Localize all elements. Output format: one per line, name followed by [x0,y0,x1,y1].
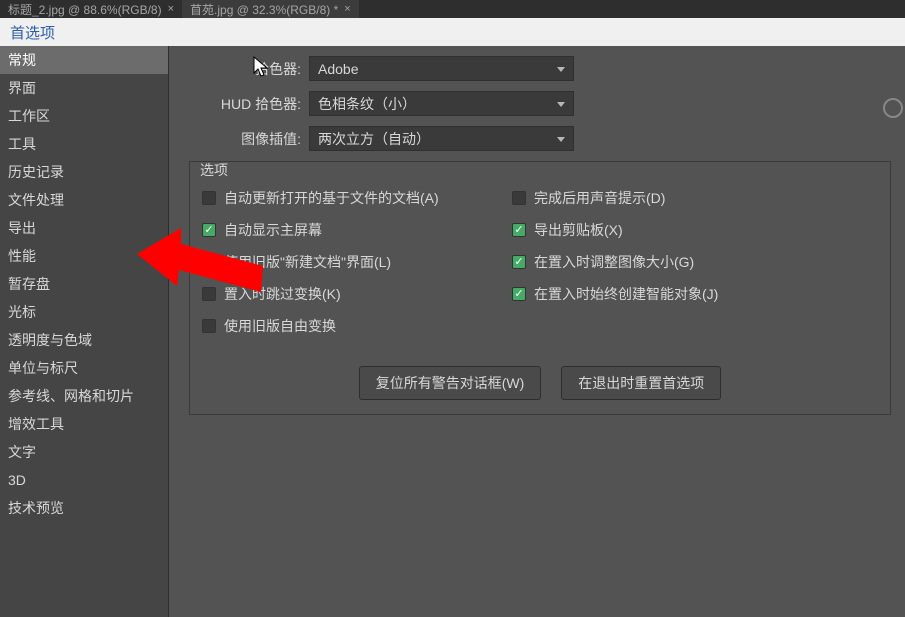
sidebar-item-16[interactable]: 技术预览 [0,494,168,522]
preferences-sidebar: 常规界面工作区工具历史记录文件处理导出性能暂存盘光标透明度与色域单位与标尺参考线… [0,46,169,617]
select-value: Adobe [318,61,358,77]
dialog-title: 首选项 [10,22,55,43]
sidebar-item-6[interactable]: 导出 [0,214,168,242]
select-value: 色相条纹（小） [318,94,416,114]
option-label: 导出剪贴板(X) [534,220,623,240]
option-left-1[interactable]: 自动显示主屏幕 [202,220,512,240]
checkbox-icon[interactable] [512,191,526,205]
preferences-content: 拾色器: Adobe HUD 拾色器: 色相条纹（小） 图像插值: 两次立方（自… [169,46,905,617]
hud-color-picker-select[interactable]: 色相条纹（小） [309,91,574,116]
checkbox-icon[interactable] [512,255,526,269]
option-label: 使用旧版"新建文档"界面(L) [224,252,391,272]
sidebar-item-15[interactable]: 3D [0,466,168,494]
reset-on-exit-button[interactable]: 在退出时重置首选项 [561,366,721,400]
dialog-titlebar: 首选项 [0,18,905,46]
checkbox-icon[interactable] [202,191,216,205]
sidebar-item-12[interactable]: 参考线、网格和切片 [0,382,168,410]
option-label: 自动更新打开的基于文件的文档(A) [224,188,439,208]
select-value: 两次立方（自动） [318,129,430,149]
sidebar-item-2[interactable]: 工作区 [0,102,168,130]
document-tab-2[interactable]: 苜苑.jpg @ 32.3%(RGB/8) * × [182,0,359,18]
sidebar-item-4[interactable]: 历史记录 [0,158,168,186]
tab-label: 苜苑.jpg @ 32.3%(RGB/8) * [190,1,338,18]
option-label: 完成后用声音提示(D) [534,188,665,208]
prev-button[interactable] [883,98,903,118]
checkbox-icon[interactable] [512,287,526,301]
option-left-0[interactable]: 自动更新打开的基于文件的文档(A) [202,188,512,208]
option-label: 在置入时始终创建智能对象(J) [534,284,718,304]
image-interp-select[interactable]: 两次立方（自动） [309,126,574,151]
sidebar-item-9[interactable]: 光标 [0,298,168,326]
option-left-3[interactable]: 置入时跳过变换(K) [202,284,512,304]
sidebar-item-14[interactable]: 文字 [0,438,168,466]
sidebar-item-3[interactable]: 工具 [0,130,168,158]
document-tab-1[interactable]: 标题_2.jpg @ 88.6%(RGB/8) × [0,0,182,18]
options-legend: 选项 [200,160,228,180]
sidebar-item-0[interactable]: 常规 [0,46,168,74]
image-interp-label: 图像插值: [169,129,309,149]
checkbox-icon[interactable] [202,287,216,301]
option-right-3[interactable]: 在置入时始终创建智能对象(J) [512,284,718,304]
color-picker-label: 拾色器: [169,59,309,79]
close-icon[interactable]: × [168,3,174,15]
sidebar-item-8[interactable]: 暂存盘 [0,270,168,298]
sidebar-item-13[interactable]: 增效工具 [0,410,168,438]
option-label: 使用旧版自由变换 [224,316,336,336]
document-tabs: 标题_2.jpg @ 88.6%(RGB/8) × 苜苑.jpg @ 32.3%… [0,0,905,18]
sidebar-item-1[interactable]: 界面 [0,74,168,102]
option-label: 自动显示主屏幕 [224,220,322,240]
checkbox-icon[interactable] [202,255,216,269]
color-picker-select[interactable]: Adobe [309,56,574,81]
option-right-0[interactable]: 完成后用声音提示(D) [512,188,718,208]
option-right-2[interactable]: 在置入时调整图像大小(G) [512,252,718,272]
option-label: 在置入时调整图像大小(G) [534,252,694,272]
checkbox-icon[interactable] [202,223,216,237]
checkbox-icon[interactable] [512,223,526,237]
sidebar-item-7[interactable]: 性能 [0,242,168,270]
hud-color-picker-label: HUD 拾色器: [169,94,309,114]
option-label: 置入时跳过变换(K) [224,284,341,304]
option-left-2[interactable]: 使用旧版"新建文档"界面(L) [202,252,512,272]
checkbox-icon[interactable] [202,319,216,333]
sidebar-item-11[interactable]: 单位与标尺 [0,354,168,382]
sidebar-item-5[interactable]: 文件处理 [0,186,168,214]
tab-label: 标题_2.jpg @ 88.6%(RGB/8) [8,1,162,18]
reset-warnings-button[interactable]: 复位所有警告对话框(W) [359,366,542,400]
close-icon[interactable]: × [344,3,350,15]
sidebar-item-10[interactable]: 透明度与色域 [0,326,168,354]
option-right-1[interactable]: 导出剪贴板(X) [512,220,718,240]
option-left-4[interactable]: 使用旧版自由变换 [202,316,512,336]
options-fieldset: 选项 自动更新打开的基于文件的文档(A) 自动显示主屏幕使用旧版"新建文档"界面(… [189,161,891,415]
